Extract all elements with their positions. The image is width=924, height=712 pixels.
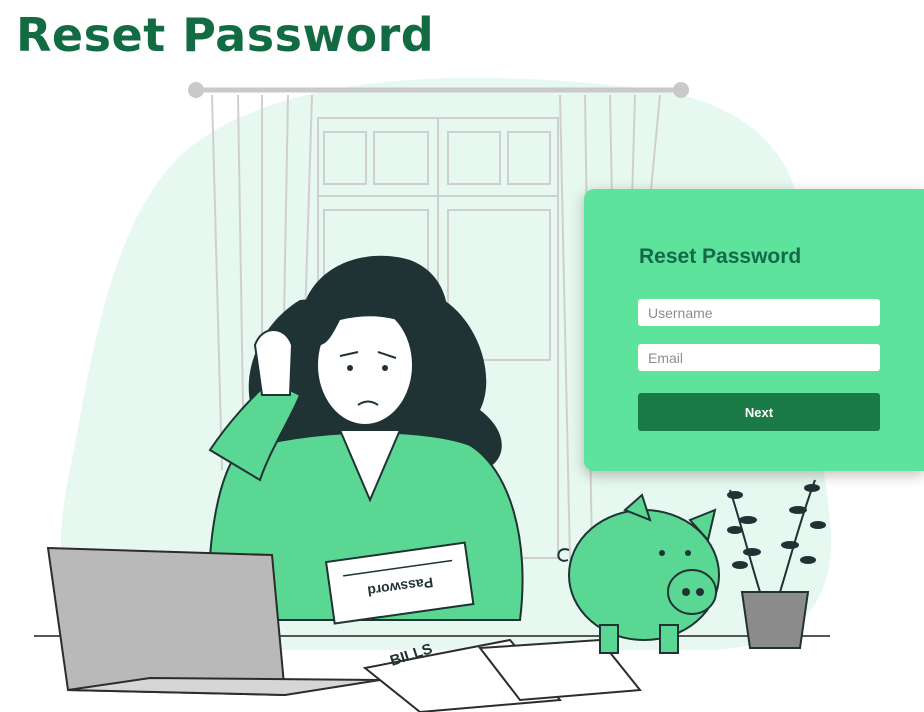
bills-papers: BILLS bbox=[362, 638, 642, 712]
card-title: Reset Password bbox=[639, 245, 802, 268]
email-input[interactable] bbox=[638, 344, 880, 371]
reset-password-card: Reset Password Next bbox=[584, 189, 924, 471]
username-input[interactable] bbox=[638, 299, 880, 326]
page-title: Reset Password bbox=[16, 8, 435, 62]
next-button[interactable]: Next bbox=[638, 393, 880, 431]
